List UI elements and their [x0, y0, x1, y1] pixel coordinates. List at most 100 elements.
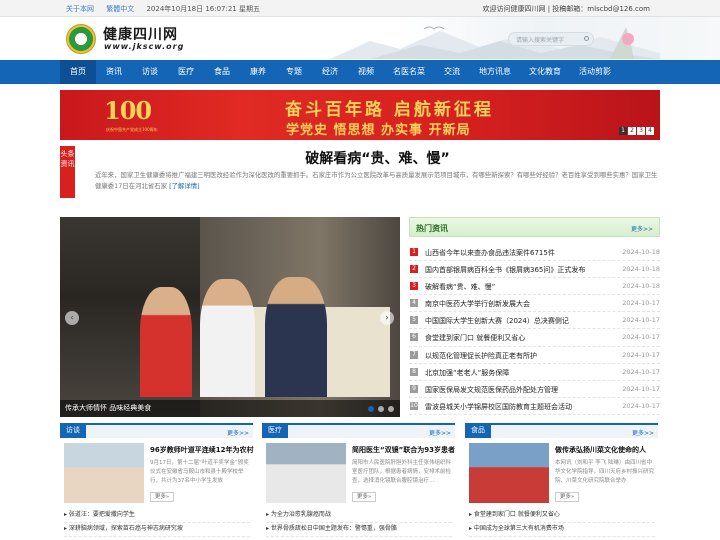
nav-item-2[interactable]: 访谈 [132, 60, 168, 84]
section-photo[interactable] [266, 443, 346, 503]
main-nav: 首页 资讯 访谈 医疗 食品 康养 专题 经济 视频 名医名菜 交流 地方讯息 文化教育 活动剪影 [0, 60, 720, 84]
rank-badge: 9 [410, 384, 418, 393]
hot-news-item-title[interactable]: 以规范化管理促长护险真正老有所护 [425, 351, 537, 361]
hot-news-item-date: 2024-10-18 [622, 265, 660, 274]
site-url: www.jkscw.org [104, 42, 185, 51]
section-link-text[interactable]: 深耕脑病领域，探索苗石癌与神志病研究坡 [69, 525, 183, 532]
section-headline[interactable]: 96岁教师叶道平连续12年为农村 [150, 445, 253, 455]
slider-dots [368, 406, 394, 412]
banner-page-2[interactable]: 2 [628, 127, 636, 135]
section-more-button[interactable]: 更多» [555, 492, 579, 502]
banner-page-4[interactable]: 4 [646, 127, 654, 135]
section-link-text[interactable]: 世界骨质疏松日中国主题发布：警惕重，强骨骼 [271, 525, 397, 532]
hot-news-item-title[interactable]: 国家医保局发文规范医保药品外配处方管理 [425, 385, 558, 395]
section-link-item[interactable]: ▸ 为全力治愈乳腺癌而战 [266, 509, 452, 523]
hot-news-item[interactable]: 7 以规范化管理促长护险真正老有所护 2024-10-17 [409, 347, 660, 364]
hot-news-item-title[interactable]: 国内首部银屑病百科全书《银屑病365问》正式发布 [425, 265, 585, 275]
slider-next-icon[interactable]: › [380, 311, 394, 325]
nav-item-4[interactable]: 食品 [204, 60, 240, 84]
section-more-link[interactable]: 更多>> [429, 428, 451, 437]
hot-news-item[interactable]: 9 国家医保局发文规范医保药品外配处方管理 2024-10-17 [409, 381, 660, 398]
banner-page-3[interactable]: 3 [637, 127, 645, 135]
section-link-text[interactable]: 张道汪：要把爱撒向学生 [69, 511, 135, 518]
nav-item-7[interactable]: 经济 [312, 60, 348, 84]
hot-news-item[interactable]: 1 山西省今年以来查办食品违法案件6715件 2024-10-18 [409, 244, 660, 262]
section-title[interactable]: 食品 [465, 423, 491, 438]
section-link-item[interactable]: ▸ 世界骨质疏松日中国主题发布：警惕重，强骨骼 [266, 523, 452, 537]
slider-dot-1[interactable] [368, 406, 374, 412]
hot-news-item-date: 2024-10-18 [622, 282, 660, 291]
hot-news-item-title[interactable]: 雷波县城关小学锦屏校区国防教育主题班会活动 [425, 402, 572, 412]
section-photo[interactable] [64, 443, 144, 503]
headline-more-link[interactable]: [了解详情] [169, 182, 200, 190]
traditional-chinese-link[interactable]: 繁體中文 [106, 5, 134, 13]
section-more-link[interactable]: 更多>> [632, 428, 654, 437]
nav-item-12[interactable]: 文化教育 [520, 60, 570, 84]
site-name[interactable]: 健康四川网 [103, 24, 178, 44]
nav-item-1[interactable]: 资讯 [96, 60, 132, 84]
site-logo-icon[interactable] [66, 24, 96, 54]
slider-caption[interactable]: 传承大师情怀 品味经典美食 [60, 400, 400, 417]
hot-news-item-date: 2024-10-18 [622, 248, 660, 256]
nav-item-10[interactable]: 交流 [434, 60, 470, 84]
section-link-item[interactable]: ▸ 张道汪：要把爱撒向学生 [64, 509, 250, 523]
hot-news-item[interactable]: 8 北京加强“老老人”服务保障 2024-10-17 [409, 364, 660, 381]
hot-news-item-title[interactable]: 破解看病“贵、难、慢” [425, 282, 495, 292]
section-link-text[interactable]: 为全力治愈乳腺癌而战 [271, 511, 331, 518]
hot-news-more-link[interactable]: 更多>> [631, 224, 653, 233]
hot-news-item[interactable]: 4 南京中医药大学举行创新发展大会 2024-10-17 [409, 295, 660, 313]
party-banner[interactable]: 100 庆祝中国共产党成立100周年 奋斗百年路 启航新征程 学党史 悟思想 办… [60, 90, 660, 140]
search-input[interactable]: 请输入搜索关键字 [508, 32, 594, 46]
section-more-button[interactable]: 更多» [352, 492, 376, 502]
hot-news-item-title[interactable]: 食堂建到家门口 就餐便利又省心 [425, 333, 525, 343]
section-link-item[interactable]: ▸ 深耕脑病领域，探索苗石癌与神志病研究坡 [64, 523, 250, 537]
photo-slider[interactable]: ‹ › 传承大师情怀 品味经典美食 [60, 217, 400, 417]
centenary-subtitle: 庆祝中国共产党成立100周年 [106, 127, 158, 132]
hot-news-item-title[interactable]: 山西省今年以来查办食品违法案件6715件 [425, 248, 555, 258]
section-headline[interactable]: 做传承弘扬川菜文化使命的人 [555, 445, 646, 455]
hot-news-item[interactable]: 2 国内首部银屑病百科全书《银屑病365问》正式发布 2024-10-18 [409, 261, 660, 279]
hot-news-item-title[interactable]: 中国国际大学生创新大赛（2024）总决赛侧记 [425, 316, 569, 326]
section-more-button[interactable]: 更多» [150, 492, 174, 502]
hot-news-item-title[interactable]: 北京加强“老老人”服务保障 [425, 368, 509, 378]
nav-item-6[interactable]: 专题 [276, 60, 312, 84]
section-header: 访谈 更多>> [60, 423, 253, 438]
section-link-item[interactable]: ▸ 中国成为全球第三大有机消费市场 [469, 523, 655, 537]
nav-item-0[interactable]: 首页 [60, 60, 96, 84]
section-link-text[interactable]: 中国成为全球第三大有机消费市场 [474, 525, 564, 532]
banner-pager: 1 2 3 4 [619, 127, 654, 135]
section-photo[interactable] [469, 443, 549, 503]
about-link[interactable]: 关于本网 [66, 5, 94, 13]
section-more-link[interactable]: 更多>> [227, 428, 249, 437]
slider-dot-3[interactable] [388, 406, 394, 412]
nav-item-5[interactable]: 康养 [240, 60, 276, 84]
nav-item-3[interactable]: 医疗 [168, 60, 204, 84]
rank-badge: 1 [410, 248, 418, 256]
hot-news-item-title[interactable]: 南京中医药大学举行创新发展大会 [425, 299, 530, 309]
hot-news-item[interactable]: 3 破解看病“贵、难、慢” 2024-10-18 [409, 278, 660, 296]
hot-news-item-date: 2024-10-17 [622, 316, 660, 325]
section-header: 医疗 更多>> [262, 423, 455, 438]
hot-news-item[interactable]: 10 雷波县城关小学锦屏校区国防教育主题班会活动 2024-10-17 [409, 398, 660, 415]
nav-item-13[interactable]: 活动剪影 [570, 60, 620, 84]
banner-page-1[interactable]: 1 [619, 127, 627, 135]
section-link-item[interactable]: ▸ 食堂建到家门口 就餐便利又省心 [469, 509, 655, 523]
hot-news-item[interactable]: 5 中国国际大学生创新大赛（2024）总决赛侧记 2024-10-17 [409, 312, 660, 330]
slider-prev-icon[interactable]: ‹ [65, 311, 79, 325]
section-title[interactable]: 访谈 [60, 423, 86, 438]
nav-item-8[interactable]: 视频 [348, 60, 384, 84]
hot-news-item[interactable]: 6 食堂建到家门口 就餐便利又省心 2024-10-17 [409, 329, 660, 347]
headline-title[interactable]: 破解看病“贵、难、慢” [95, 148, 660, 168]
slider-photo-person-1 [140, 287, 192, 397]
nav-list: 首页 资讯 访谈 医疗 食品 康养 专题 经济 视频 名医名菜 交流 地方讯息 文化教育 活动剪影 [60, 60, 620, 84]
section-headline[interactable]: 简阳医生“双镜”联合为93岁患者 [352, 445, 455, 455]
rank-badge: 7 [410, 350, 418, 359]
section-link-text[interactable]: 食堂建到家门口 就餐便利又省心 [474, 511, 560, 518]
search-icon[interactable] [584, 36, 589, 41]
nav-item-11[interactable]: 地方讯息 [470, 60, 520, 84]
section-title[interactable]: 医疗 [262, 423, 288, 438]
hot-news-panel: 热门资讯 更多>> 1 山西省今年以来查办食品违法案件6715件 2024-10-1… [409, 217, 660, 417]
hot-news-header: 热门资讯 更多>> [409, 217, 660, 237]
nav-item-9[interactable]: 名医名菜 [384, 60, 434, 84]
slider-dot-2[interactable] [378, 406, 384, 412]
